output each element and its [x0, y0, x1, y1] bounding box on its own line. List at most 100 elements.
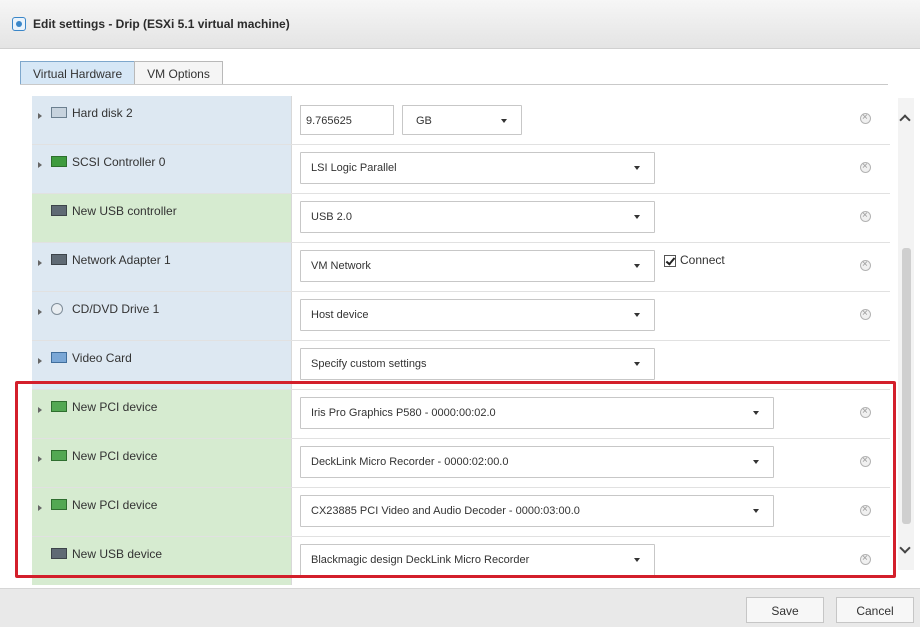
hardware-list: Hard disk 2 9.765625 GB SCSI Controller …: [32, 96, 890, 586]
remove-device-icon[interactable]: [860, 160, 871, 174]
chevron-down-icon: [634, 313, 640, 317]
save-button[interactable]: Save: [746, 597, 824, 623]
remove-device-icon[interactable]: [860, 552, 871, 566]
disk-size-value: 9.765625: [306, 115, 352, 127]
hardware-row-hard-disk: Hard disk 2 9.765625 GB: [32, 96, 890, 145]
hardware-row-cd-dvd: CD/DVD Drive 1 Host device: [32, 292, 890, 341]
select-value: DeckLink Micro Recorder - 0000:02:00.0: [311, 456, 509, 468]
hardware-row-pci-device-1: New PCI device Iris Pro Graphics P580 - …: [32, 390, 890, 439]
row-label-cell: SCSI Controller 0: [32, 145, 292, 193]
chevron-down-icon[interactable]: [899, 542, 911, 554]
remove-device-icon[interactable]: [860, 258, 871, 272]
select-value: Iris Pro Graphics P580 - 0000:00:02.0: [311, 407, 496, 419]
tab-divider: [20, 84, 888, 85]
row-label: SCSI Controller 0: [72, 155, 166, 169]
hardware-row-video-card: Video Card Specify custom settings: [32, 341, 890, 390]
expand-arrow-icon[interactable]: [38, 358, 42, 364]
pci-device-icon: [51, 450, 67, 461]
dialog-footer: Save Cancel: [0, 588, 920, 627]
row-label-cell: New USB device: [32, 537, 292, 585]
tab-virtual-hardware[interactable]: Virtual Hardware: [20, 61, 136, 85]
row-label-cell: New PCI device: [32, 390, 292, 438]
scrollbar-thumb[interactable]: [902, 248, 911, 524]
chevron-down-icon: [634, 215, 640, 219]
remove-device-icon[interactable]: [860, 405, 871, 419]
chevron-up-icon[interactable]: [899, 114, 911, 126]
vertical-scrollbar[interactable]: [898, 98, 914, 570]
network-select[interactable]: VM Network: [300, 250, 655, 282]
pci-device-icon: [51, 499, 67, 510]
disk-size-input[interactable]: 9.765625: [300, 105, 394, 135]
connect-label: Connect: [680, 253, 725, 267]
select-value: USB 2.0: [311, 211, 352, 223]
scsi-type-select[interactable]: LSI Logic Parallel: [300, 152, 655, 184]
row-label: New PCI device: [72, 449, 158, 463]
hardware-row-pci-device-2: New PCI device DeckLink Micro Recorder -…: [32, 439, 890, 488]
chevron-down-icon: [753, 411, 759, 415]
network-adapter-icon: [51, 254, 67, 265]
hardware-row-pci-device-3: New PCI device CX23885 PCI Video and Aud…: [32, 488, 890, 537]
chevron-down-icon: [634, 558, 640, 562]
row-label: Hard disk 2: [72, 106, 133, 120]
hardware-row-network-adapter: Network Adapter 1 VM Network Connect: [32, 243, 890, 292]
video-card-icon: [51, 352, 67, 363]
row-label-cell: CD/DVD Drive 1: [32, 292, 292, 340]
tab-bar: Virtual Hardware VM Options: [20, 61, 223, 85]
chevron-down-icon: [753, 509, 759, 513]
chevron-down-icon: [634, 264, 640, 268]
usb-device-select[interactable]: Blackmagic design DeckLink Micro Recorde…: [300, 544, 655, 576]
row-label: CD/DVD Drive 1: [72, 302, 160, 316]
connect-checkbox[interactable]: [664, 255, 676, 267]
row-label-cell: Video Card: [32, 341, 292, 389]
row-label-cell: New USB controller: [32, 194, 292, 242]
expand-arrow-icon[interactable]: [38, 309, 42, 315]
select-value: Blackmagic design DeckLink Micro Recorde…: [311, 554, 530, 566]
expand-arrow-icon[interactable]: [38, 407, 42, 413]
select-value: LSI Logic Parallel: [311, 162, 397, 174]
disk-unit-select[interactable]: GB: [402, 105, 522, 135]
row-label: Video Card: [72, 351, 132, 365]
row-label: New PCI device: [72, 400, 158, 414]
vm-icon: [12, 17, 26, 31]
hardware-row-usb-controller: New USB controller USB 2.0: [32, 194, 890, 243]
row-label-cell: New PCI device: [32, 439, 292, 487]
pci-device-select[interactable]: CX23885 PCI Video and Audio Decoder - 00…: [300, 495, 774, 527]
usb-controller-icon: [51, 205, 67, 216]
row-label-cell: Network Adapter 1: [32, 243, 292, 291]
expand-arrow-icon[interactable]: [38, 456, 42, 462]
expand-arrow-icon[interactable]: [38, 162, 42, 168]
cd-dvd-select[interactable]: Host device: [300, 299, 655, 331]
chevron-down-icon: [634, 362, 640, 366]
usb-device-icon: [51, 548, 67, 559]
pci-device-select[interactable]: Iris Pro Graphics P580 - 0000:00:02.0: [300, 397, 774, 429]
row-label: New USB controller: [72, 204, 177, 218]
hardware-row-scsi-controller: SCSI Controller 0 LSI Logic Parallel: [32, 145, 890, 194]
dialog-titlebar: Edit settings - Drip (ESXi 5.1 virtual m…: [0, 0, 920, 49]
remove-device-icon[interactable]: [860, 209, 871, 223]
hard-disk-icon: [51, 107, 67, 118]
expand-arrow-icon[interactable]: [38, 260, 42, 266]
row-label: Network Adapter 1: [72, 253, 171, 267]
remove-device-icon[interactable]: [860, 503, 871, 517]
expand-arrow-icon[interactable]: [38, 113, 42, 119]
select-value: Specify custom settings: [311, 358, 427, 370]
hardware-row-usb-device: New USB device Blackmagic design DeckLin…: [32, 537, 890, 586]
cd-dvd-icon: [51, 303, 63, 315]
remove-device-icon[interactable]: [860, 111, 871, 125]
expand-arrow-icon[interactable]: [38, 505, 42, 511]
usb-version-select[interactable]: USB 2.0: [300, 201, 655, 233]
tab-vm-options[interactable]: VM Options: [134, 61, 223, 85]
pci-device-select[interactable]: DeckLink Micro Recorder - 0000:02:00.0: [300, 446, 774, 478]
row-label: New USB device: [72, 547, 163, 561]
chevron-down-icon: [753, 460, 759, 464]
pci-device-icon: [51, 401, 67, 412]
remove-device-icon[interactable]: [860, 454, 871, 468]
scsi-controller-icon: [51, 156, 67, 167]
dialog-title: Edit settings - Drip (ESXi 5.1 virtual m…: [33, 17, 290, 31]
video-card-select[interactable]: Specify custom settings: [300, 348, 655, 380]
remove-device-icon[interactable]: [860, 307, 871, 321]
chevron-down-icon: [634, 166, 640, 170]
cancel-button[interactable]: Cancel: [836, 597, 914, 623]
row-label: New PCI device: [72, 498, 158, 512]
select-value: Host device: [311, 309, 369, 321]
